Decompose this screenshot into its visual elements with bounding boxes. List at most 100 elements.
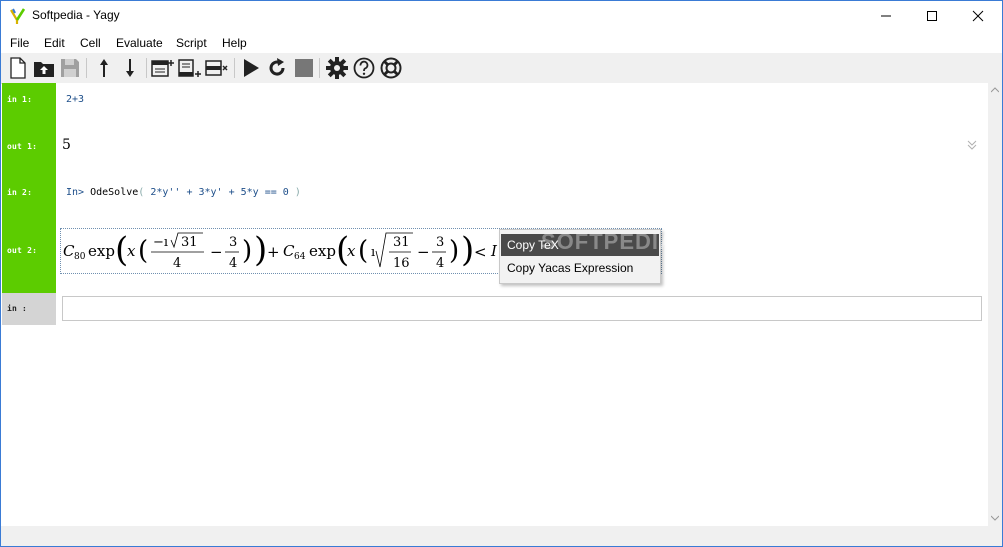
in-empty-label: in :: [7, 304, 28, 313]
svg-text:): ): [254, 230, 267, 270]
delete-cell-icon: [205, 60, 228, 76]
settings-icon: [326, 57, 348, 79]
move-down-button[interactable]: [118, 56, 142, 80]
move-down-icon: [126, 59, 134, 77]
stop-button[interactable]: [292, 56, 316, 80]
insert-cell-above-icon: [151, 60, 174, 77]
out2-label: out 2:: [7, 246, 38, 255]
svg-text:3: 3: [436, 235, 444, 250]
menu-bar: File Edit Cell Evaluate Script Help: [1, 33, 1002, 53]
minimize-icon: [881, 15, 891, 17]
empty-cell-gutter: in :: [2, 293, 56, 325]
insert-cell-below-button[interactable]: [178, 56, 202, 80]
chevron-down-icon[interactable]: [967, 140, 977, 150]
watermark: SOFTPEDIA: [541, 229, 676, 254]
new-file-icon: [10, 57, 26, 79]
copy-yacas-expression-menu-item[interactable]: Copy Yacas Expression: [501, 257, 659, 279]
restart-icon: [269, 58, 285, 76]
toolbar: [1, 53, 1002, 84]
in2-code[interactable]: In> OdeSolve( 2*y'' + 3*y' + 5*y == 0 ): [66, 187, 301, 198]
save-file-button[interactable]: [58, 56, 82, 80]
svg-text:ı: ı: [371, 245, 375, 260]
paren-open: (: [138, 187, 145, 198]
svg-text:x: x: [127, 242, 136, 260]
menu-file[interactable]: File: [10, 36, 29, 50]
toolbar-separator: [86, 58, 87, 78]
svg-text:−: −: [210, 243, 223, 261]
menu-cell[interactable]: Cell: [80, 36, 101, 50]
move-up-button[interactable]: [92, 56, 116, 80]
support-icon: [380, 57, 402, 79]
svg-text:4: 4: [229, 256, 237, 271]
paren-close: ): [294, 187, 301, 198]
title-bar: Softpedia - Yagy: [1, 1, 1002, 31]
settings-button[interactable]: [325, 56, 349, 80]
toolbar-separator: [319, 58, 320, 78]
svg-text:(: (: [358, 236, 368, 266]
svg-text:x: x: [347, 242, 356, 260]
in1-code[interactable]: 2+3: [66, 94, 84, 105]
open-file-button[interactable]: [32, 56, 56, 80]
out1-result: 5: [62, 137, 71, 153]
new-cell-input[interactable]: [62, 296, 982, 321]
run-icon: [244, 59, 259, 77]
menu-edit[interactable]: Edit: [44, 36, 65, 50]
move-up-icon: [100, 59, 108, 77]
vertical-scrollbar[interactable]: [988, 83, 1002, 526]
svg-text:I: I: [490, 242, 498, 260]
maximize-button[interactable]: [909, 1, 955, 31]
restart-button[interactable]: [265, 56, 289, 80]
menu-evaluate[interactable]: Evaluate: [116, 36, 163, 50]
status-bar: [1, 526, 1002, 546]
svg-text:): ): [449, 236, 459, 266]
svg-text:64: 64: [294, 252, 306, 262]
close-icon: [972, 10, 984, 22]
new-file-button[interactable]: [6, 56, 30, 80]
insert-cell-above-button[interactable]: [151, 56, 175, 80]
svg-text:): ): [242, 236, 252, 266]
svg-text:): ): [461, 230, 474, 270]
save-file-icon: [61, 59, 79, 77]
help-button[interactable]: [352, 56, 376, 80]
svg-text:exp: exp: [88, 242, 115, 260]
cell-gutter: in 1: out 1: in 2: out 2:: [2, 83, 56, 293]
notebook: in 1: out 1: in 2: out 2: in : 2+3 5 In>…: [2, 83, 988, 526]
function-name: OdeSolve: [90, 187, 139, 198]
maximize-icon: [927, 11, 937, 21]
scroll-down-icon[interactable]: [991, 515, 999, 521]
prompt: In>: [66, 187, 85, 198]
scroll-up-icon[interactable]: [991, 87, 999, 93]
svg-text:16: 16: [393, 256, 410, 271]
help-icon: [353, 57, 375, 79]
menu-script[interactable]: Script: [176, 36, 207, 50]
stop-icon: [295, 59, 313, 77]
svg-text:4: 4: [436, 256, 444, 271]
yagy-app-icon: [10, 8, 26, 24]
toolbar-separator: [234, 58, 235, 78]
run-button[interactable]: [239, 56, 263, 80]
window-title: Softpedia - Yagy: [32, 8, 120, 22]
insert-cell-below-icon: [178, 59, 201, 77]
delete-cell-button[interactable]: [205, 56, 229, 80]
support-button[interactable]: [379, 56, 403, 80]
minimize-button[interactable]: [863, 1, 909, 31]
svg-text:4: 4: [173, 256, 181, 271]
open-file-icon: [34, 62, 54, 77]
in1-label: in 1:: [7, 95, 33, 104]
toolbar-separator: [146, 58, 147, 78]
svg-text:31: 31: [393, 235, 410, 250]
arguments: 2*y'' + 3*y' + 5*y == 0: [150, 187, 289, 198]
close-button[interactable]: [955, 1, 1001, 31]
svg-text:exp: exp: [309, 242, 336, 260]
svg-text:−: −: [417, 243, 430, 261]
svg-text:3: 3: [229, 235, 237, 250]
in2-label: in 2:: [7, 188, 33, 197]
svg-text:<: <: [474, 243, 487, 261]
svg-text:80: 80: [74, 252, 86, 262]
svg-text:31: 31: [181, 235, 198, 250]
menu-help[interactable]: Help: [222, 36, 247, 50]
svg-text:+: +: [267, 243, 280, 261]
svg-text:−ı: −ı: [153, 235, 168, 250]
app-window: Softpedia - Yagy File Edit Cell Evaluate…: [0, 0, 1003, 547]
out1-label: out 1:: [7, 142, 38, 151]
